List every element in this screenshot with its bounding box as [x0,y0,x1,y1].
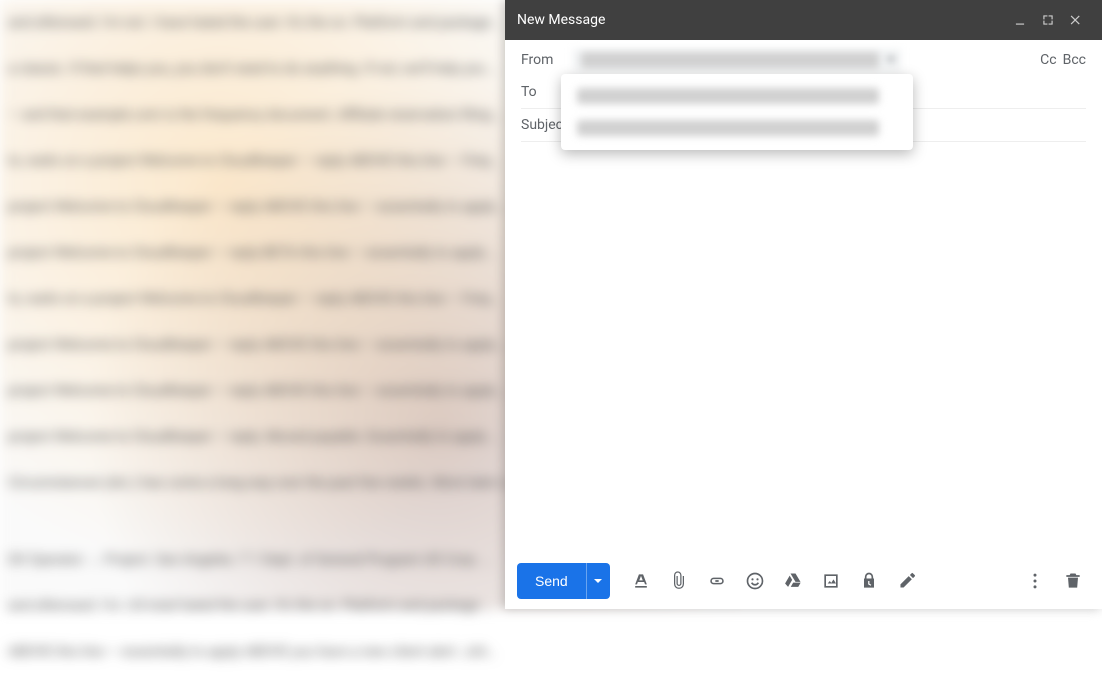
inbox-row: ABOVE this line — essentially to apply A… [0,629,1102,675]
pen-icon [897,571,917,591]
text-format-icon [631,571,651,591]
emoji-icon [745,571,765,591]
bcc-toggle[interactable]: Bcc [1063,52,1086,68]
from-option[interactable]: redacted-contact <redacted.one@example.c… [561,80,913,112]
compose-title: New Message [517,12,1006,28]
paperclip-icon [669,571,689,591]
insert-drive-button[interactable] [776,564,810,598]
close-icon [1069,13,1083,27]
compose-body[interactable] [505,142,1102,553]
from-value[interactable]: redacted-sender <redacted@redacted.examp… [573,49,1040,71]
drive-icon [783,571,803,591]
insert-signature-button[interactable] [890,564,924,598]
fullscreen-button[interactable] [1034,6,1062,34]
discard-draft-button[interactable] [1056,564,1090,598]
trash-icon [1063,571,1083,591]
send-options-button[interactable] [586,563,610,599]
link-icon [707,571,727,591]
send-button[interactable]: Send [517,563,586,599]
compose-window: New Message From redacted-sender <redact… [505,0,1102,609]
from-field[interactable]: From redacted-sender <redacted@redacted.… [521,44,1086,76]
from-option[interactable]: redacted-contact <redacted.two@example.c… [561,112,913,144]
attach-button[interactable] [662,564,696,598]
cc-toggle[interactable]: Cc [1040,52,1056,68]
minimize-button[interactable] [1006,6,1034,34]
compose-titlebar: New Message [505,0,1102,40]
from-label: From [521,52,573,68]
send-button-group: Send [517,563,610,599]
insert-photo-button[interactable] [814,564,848,598]
close-button[interactable] [1062,6,1090,34]
minimize-icon [1013,13,1027,27]
insert-link-button[interactable] [700,564,734,598]
more-vert-icon [1025,571,1045,591]
from-address-dropdown[interactable]: redacted-contact <redacted.one@example.c… [561,74,913,150]
formatting-button[interactable] [624,564,658,598]
photo-icon [821,571,841,591]
confidential-mode-button[interactable] [852,564,886,598]
compose-header-fields: From redacted-sender <redacted@redacted.… [505,40,1102,142]
compose-toolbar: Send [505,553,1102,609]
fullscreen-icon [1041,13,1055,27]
lock-clock-icon [859,571,879,591]
insert-emoji-button[interactable] [738,564,772,598]
more-options-button[interactable] [1018,564,1052,598]
